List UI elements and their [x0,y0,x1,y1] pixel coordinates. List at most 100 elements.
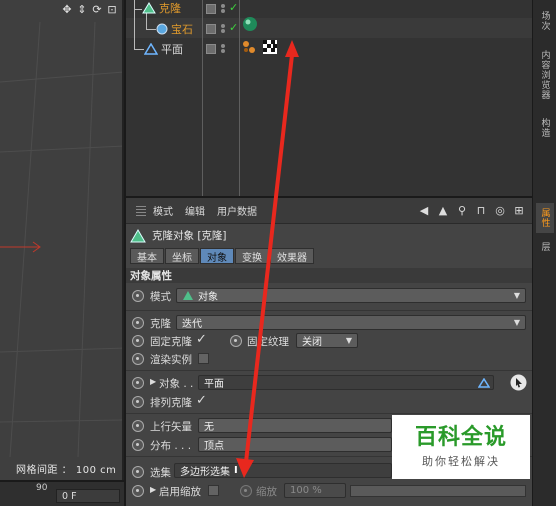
object-manager[interactable]: 克隆 宝石 平面 ✓ ✓ [126,0,532,196]
plane-icon [144,43,158,55]
clone-mode-select[interactable]: 迭代 ▼ [176,315,526,330]
right-side-tabs: 场次 内容浏览器 构造 属性 层 [532,0,556,506]
cloner-icon [183,291,193,300]
material-tag-icon[interactable] [242,16,258,32]
menu-grip-icon [136,205,146,216]
render-instances-label: 渲染实例 [150,354,192,366]
zoom-icon[interactable]: ⟳ [91,4,103,16]
tab-basic[interactable]: 基本 [130,248,164,264]
search-icon[interactable]: ⚲ [455,203,469,217]
back-arrow-icon[interactable]: ◀ [417,203,431,217]
up-vector-animate-radio[interactable] [132,420,144,432]
scale-value: 100 % [290,485,322,496]
up-vector-select[interactable]: 无 [198,418,392,433]
tab-attributes[interactable]: 属性 [536,203,554,233]
fix-clone-checkbox[interactable]: ✓ [196,332,207,347]
object-gem[interactable]: 宝石 [156,21,193,37]
render-instances-animate-radio[interactable] [132,353,144,365]
up-vector-label: 上行矢量 [150,421,192,433]
expand-arrow-icon[interactable]: ▶ [150,485,156,494]
frame-number: 90 [36,483,48,493]
distribution-label: 分布 . . . [150,440,192,452]
visibility-dots[interactable] [221,43,227,55]
texture-tag-icon[interactable] [242,40,256,54]
enabled-check-icon[interactable]: ✓ [229,21,238,34]
up-arrow-icon[interactable]: ▲ [436,203,450,217]
rotate-icon[interactable]: ⇕ [76,4,88,16]
lock-icon[interactable]: ⊓ [474,203,488,217]
maximize-icon[interactable]: ⊡ [106,4,118,16]
selection-animate-radio[interactable] [132,466,144,478]
editor-visibility-flag[interactable] [206,24,216,34]
expand-arrow-icon[interactable]: ▶ [150,377,156,386]
object-row-plane[interactable] [126,38,532,58]
render-instances-checkbox[interactable] [198,353,209,364]
viewport-panel[interactable]: ✥ ⇕ ⟳ ⊡ 网格间距 ： 100 cm [0,0,124,480]
visibility-dots[interactable] [221,3,227,15]
editor-visibility-flag[interactable] [206,44,216,54]
clone-animate-radio[interactable] [132,317,144,329]
tab-object[interactable]: 对象 [200,248,234,264]
tab-takes[interactable]: 场次 [536,6,554,36]
arrange-clones-animate-radio[interactable] [132,396,144,408]
object-cloner[interactable]: 克隆 [142,0,181,16]
tab-transform[interactable]: 变换 [235,248,269,264]
enable-scale-checkbox[interactable] [208,485,219,496]
fix-texture-animate-radio[interactable] [230,335,242,347]
mode-animate-radio[interactable] [132,290,144,302]
viewport-toolbar: ✥ ⇕ ⟳ ⊡ [61,4,118,16]
watermark-badge: 百科全说 助你轻松解决 [392,415,530,479]
grid-spacing-label: 网格间距 ： 100 cm [16,465,117,476]
fix-texture-value: 关闭 [302,337,322,348]
chevron-down-icon: ▼ [513,291,520,300]
scale-animate-radio [240,485,252,497]
enabled-check-icon[interactable]: ✓ [229,1,238,14]
object-plane[interactable]: 平面 [144,41,183,57]
column-divider [202,0,203,196]
enable-scale-animate-radio[interactable] [132,485,144,497]
attribute-tabs: 基本 坐标 对象 变换 效果器 [130,248,314,264]
divider [126,370,532,371]
move-icon[interactable]: ✥ [61,4,73,16]
object-link-field[interactable]: 平面 [198,375,494,390]
checker-tag-icon[interactable] [263,40,277,54]
attribute-nav-icons: ◀ ▲ ⚲ ⊓ ◎ ⊞ [417,203,526,217]
menu-user-data[interactable]: 用户数据 [217,203,257,218]
viewport-canvas[interactable] [0,22,124,457]
enable-scale-label: 启用缩放 [159,486,201,498]
tab-coord[interactable]: 坐标 [165,248,199,264]
object-link-label: 对象 . . [159,378,194,390]
fix-clone-animate-radio[interactable] [132,335,144,347]
arrange-clones-checkbox[interactable]: ✓ [196,393,207,408]
scale-slider [350,485,526,497]
object-row-cloner[interactable] [126,0,532,18]
current-frame-field[interactable]: 0 F [56,489,120,503]
arrange-clones-label: 排列克隆 [150,397,192,409]
pick-object-icon[interactable] [510,374,527,391]
cloner-icon [130,228,146,242]
mode-select[interactable]: 对象 ▼ [176,288,526,303]
object-link-animate-radio[interactable] [132,377,144,389]
fix-texture-select[interactable]: 关闭 ▼ [296,333,358,348]
visibility-dots[interactable] [221,23,227,35]
selection-link-field[interactable]: 多边形选集 I [174,463,392,478]
gem-icon [156,23,168,35]
selection-label: 选集 [150,467,171,479]
target-icon[interactable]: ◎ [493,203,507,217]
section-title: 对象属性 [126,268,532,283]
new-panel-icon[interactable]: ⊞ [512,203,526,217]
column-divider [239,0,240,196]
up-vector-value: 无 [204,422,214,433]
tab-effectors[interactable]: 效果器 [270,248,314,264]
menu-edit[interactable]: 编辑 [185,203,205,218]
menu-mode[interactable]: 模式 [153,203,173,218]
tab-structure[interactable]: 构造 [536,112,554,144]
tab-layers[interactable]: 层 [536,236,554,258]
tab-content-browser[interactable]: 内容浏览器 [536,40,554,110]
distribution-animate-radio[interactable] [132,439,144,451]
fix-texture-label: 固定纹理 [247,336,289,348]
distribution-select[interactable]: 顶点 [198,437,392,452]
object-title-text: 克隆对象 [克隆] [152,230,227,242]
object-name: 宝石 [171,23,193,36]
editor-visibility-flag[interactable] [206,4,216,14]
